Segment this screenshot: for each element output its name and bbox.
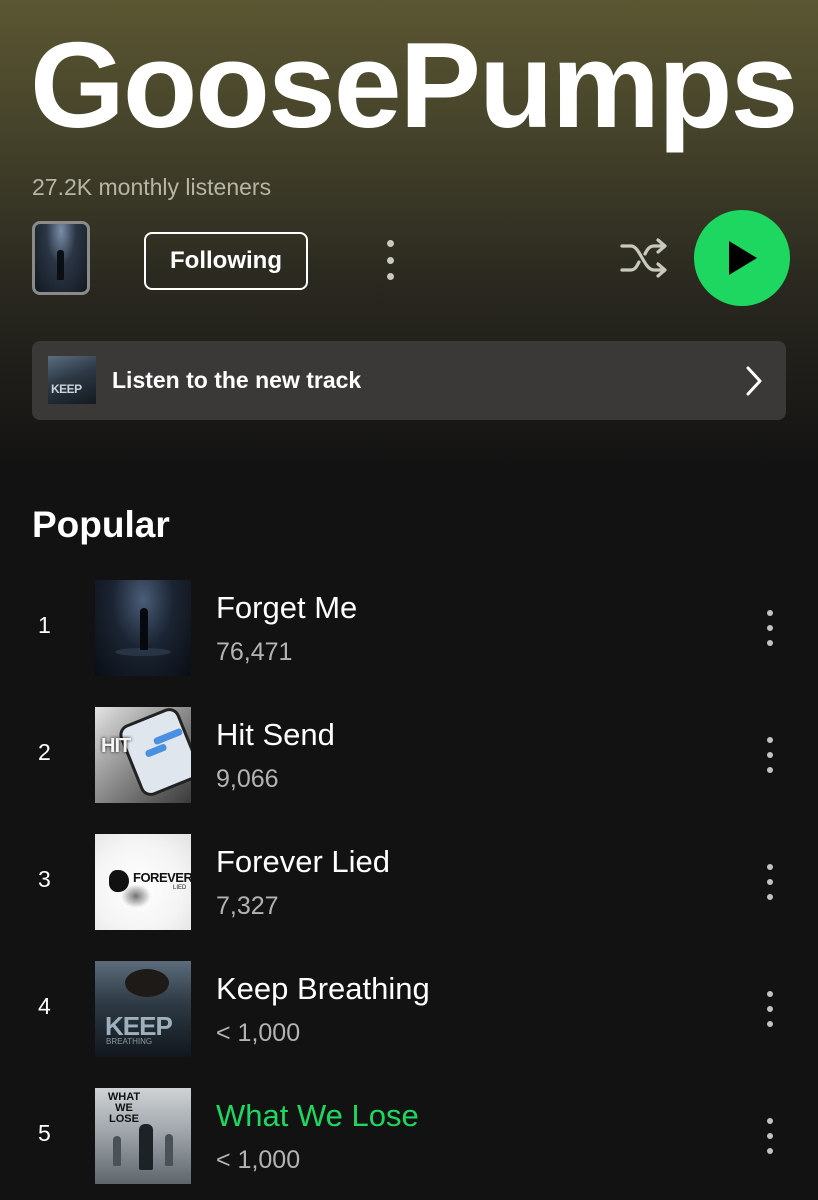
- track-cover-art: [95, 580, 191, 676]
- track-number: 1: [38, 612, 51, 638]
- new-track-thumbnail: KEEP: [48, 356, 96, 404]
- track-title: Forever Lied: [216, 844, 391, 879]
- track-number: 3: [38, 866, 51, 892]
- following-button[interactable]: Following: [144, 232, 308, 290]
- track-number: 4: [38, 993, 51, 1019]
- track-more-icon[interactable]: [760, 864, 780, 900]
- track-cover-art: WHAT WE LOSE: [95, 1088, 191, 1184]
- track-more-icon[interactable]: [760, 1118, 780, 1154]
- play-icon: [729, 241, 757, 275]
- cover-art-subtext: BREATHING: [106, 1037, 153, 1046]
- artist-name: GoosePumps: [30, 17, 798, 153]
- track-play-count: < 1,000: [216, 1019, 301, 1047]
- track-play-count: 7,327: [216, 892, 279, 920]
- track-play-count: 76,471: [216, 638, 293, 666]
- track-title-now-playing: What We Lose: [216, 1098, 419, 1133]
- track-row[interactable]: 2 HIT Hit Send 9,066: [0, 707, 818, 803]
- new-track-banner[interactable]: KEEP Listen to the new track: [32, 341, 786, 420]
- cover-art-text: HIT: [101, 735, 131, 757]
- play-button[interactable]: [694, 210, 790, 306]
- track-row[interactable]: 5 WHAT WE LOSE What We Lose < 1,000: [0, 1088, 818, 1184]
- track-title: Forget Me: [216, 590, 358, 625]
- avatar-figure: [57, 250, 64, 280]
- cover-art-text: FOREVER: [133, 870, 191, 885]
- popular-section-title: Popular: [32, 504, 170, 545]
- track-play-count: < 1,000: [216, 1146, 301, 1174]
- track-number: 2: [38, 739, 51, 765]
- track-more-icon[interactable]: [760, 991, 780, 1027]
- chevron-right-icon[interactable]: [744, 365, 764, 397]
- artist-avatar[interactable]: [32, 221, 90, 295]
- track-number: 5: [38, 1120, 51, 1146]
- more-options-icon[interactable]: [380, 240, 400, 280]
- new-track-thumbnail-text: KEEP: [51, 382, 82, 396]
- monthly-listeners: 27.2K monthly listeners: [32, 174, 272, 200]
- track-more-icon[interactable]: [760, 737, 780, 773]
- new-track-label: Listen to the new track: [112, 367, 362, 393]
- cover-art-text: WHAT WE LOSE: [107, 1091, 141, 1125]
- shuffle-icon[interactable]: [618, 236, 670, 280]
- track-row[interactable]: 4 KEEP BREATHING Keep Breathing < 1,000: [0, 961, 818, 1057]
- track-play-count: 9,066: [216, 765, 279, 793]
- track-row[interactable]: 3 FOREVER LIED Forever Lied 7,327: [0, 834, 818, 930]
- cover-art-subtext: LIED: [173, 885, 187, 891]
- track-title: Keep Breathing: [216, 971, 430, 1006]
- track-cover-art: FOREVER LIED: [95, 834, 191, 930]
- track-more-icon[interactable]: [760, 610, 780, 646]
- track-cover-art: KEEP BREATHING: [95, 961, 191, 1057]
- track-row[interactable]: 1 Forget Me 76,471: [0, 580, 818, 676]
- track-cover-art: HIT: [95, 707, 191, 803]
- track-title: Hit Send: [216, 717, 335, 752]
